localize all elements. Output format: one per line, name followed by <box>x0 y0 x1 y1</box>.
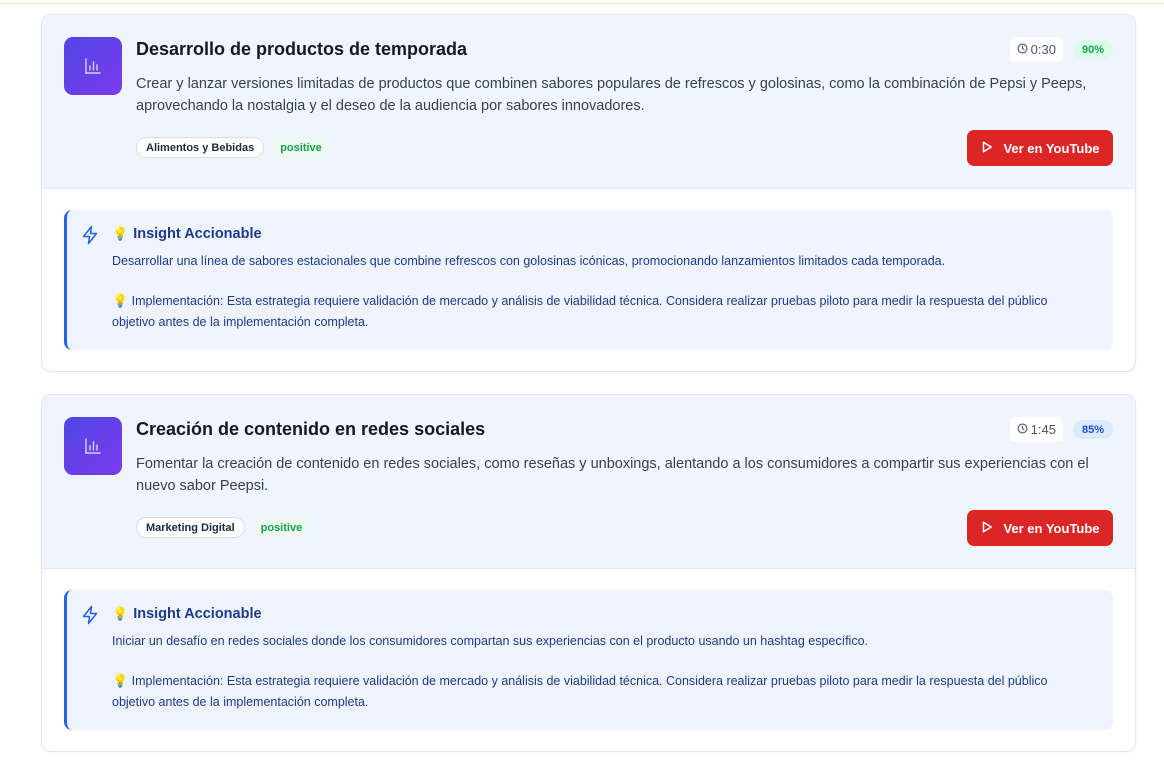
implementation-text: Implementación: Esta estrategia requiere… <box>112 294 1048 329</box>
card-description: Crear y lanzar versiones limitadas de pr… <box>136 76 1087 114</box>
actionable-insight-panel: 💡 Insight Accionable Iniciar un desafío … <box>64 590 1113 730</box>
play-icon <box>980 520 994 537</box>
lightbulb-icon: 💡 <box>112 673 129 688</box>
insight-text: Iniciar un desafío en redes sociales don… <box>112 634 869 648</box>
lightbulb-icon: 💡 <box>112 606 129 621</box>
insight-heading: 💡 Insight Accionable <box>112 226 1093 242</box>
actionable-insight-panel: 💡 Insight Accionable Desarrollar una lín… <box>64 210 1113 350</box>
card-header: Creación de contenido en redes sociales … <box>42 395 1135 569</box>
sentiment-badge: positive <box>272 137 330 158</box>
card-title: Creación de contenido en redes sociales <box>136 419 486 439</box>
category-tag: Marketing Digital <box>136 517 245 538</box>
bar-chart-icon <box>64 417 122 475</box>
insight-heading: 💡 Insight Accionable <box>112 606 1093 622</box>
implementation-note: 💡 Implementación: Esta estrategia requie… <box>112 670 1093 713</box>
timestamp: 1:45 <box>1030 422 1056 437</box>
card-tags: Marketing Digital positive <box>136 517 311 538</box>
lightbulb-icon: 💡 <box>112 293 129 308</box>
timestamp: 0:30 <box>1030 42 1056 57</box>
card-header: Desarrollo de productos de temporada 0:3… <box>42 15 1135 189</box>
clock-icon <box>1017 422 1028 437</box>
card-tags: Alimentos y Bebidas positive <box>136 137 330 158</box>
insight-card: Creación de contenido en redes sociales … <box>41 394 1136 752</box>
implementation-note: 💡 Implementación: Esta estrategia requie… <box>112 290 1093 333</box>
implementation-text: Implementación: Esta estrategia requiere… <box>112 674 1048 709</box>
clock-icon <box>1017 42 1028 57</box>
card-meta: 0:30 90% <box>1009 37 1113 62</box>
card-title: Desarrollo de productos de temporada <box>136 39 468 59</box>
insight-text: Desarrollar una línea de sabores estacio… <box>112 254 946 268</box>
top-divider <box>0 0 1164 4</box>
youtube-button[interactable]: Ver en YouTube <box>967 510 1113 546</box>
insight-card: Desarrollo de productos de temporada 0:3… <box>41 14 1136 372</box>
lightbulb-icon: 💡 <box>112 226 129 241</box>
card-body: 💡 Insight Accionable Desarrollar una lín… <box>42 189 1135 371</box>
insight-title: Insight Accionable <box>133 226 262 242</box>
category-tag: Alimentos y Bebidas <box>136 137 265 158</box>
zap-icon <box>81 225 99 250</box>
confidence-badge: 85% <box>1072 420 1113 439</box>
insight-card-list: Desarrollo de productos de temporada 0:3… <box>41 14 1136 774</box>
youtube-button[interactable]: Ver en YouTube <box>967 130 1113 166</box>
youtube-button-label: Ver en YouTube <box>1003 140 1100 156</box>
bar-chart-icon <box>64 37 122 95</box>
youtube-button-label: Ver en YouTube <box>1003 520 1100 536</box>
confidence-badge: 90% <box>1072 40 1113 59</box>
play-icon <box>980 140 994 157</box>
card-body: 💡 Insight Accionable Iniciar un desafío … <box>42 569 1135 751</box>
sentiment-badge: positive <box>252 517 311 538</box>
card-meta: 1:45 85% <box>1009 417 1113 442</box>
insight-title: Insight Accionable <box>133 606 262 622</box>
card-description: Fomentar la creación de contenido en red… <box>136 456 1089 494</box>
timestamp-chip: 0:30 <box>1009 37 1063 62</box>
zap-icon <box>81 605 99 630</box>
timestamp-chip: 1:45 <box>1009 417 1063 442</box>
